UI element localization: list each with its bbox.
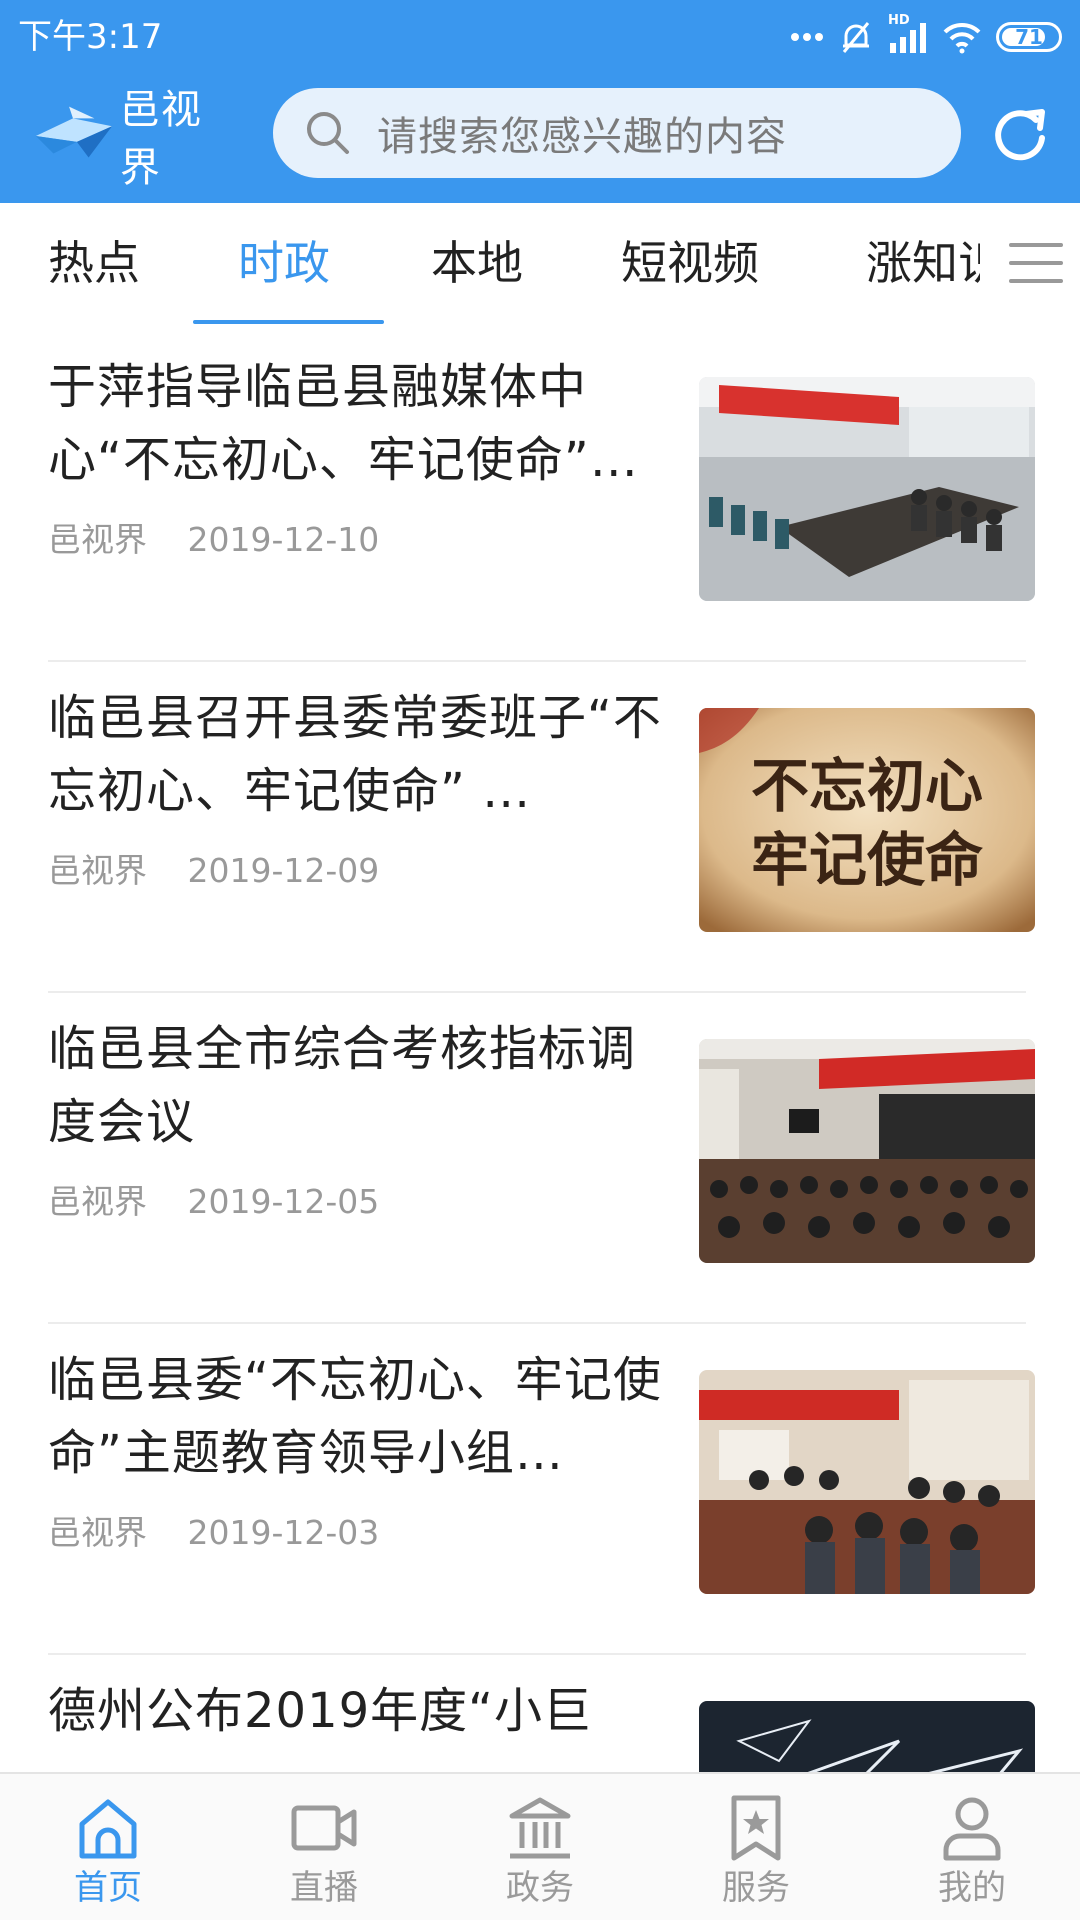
alarm-muted-icon [842,22,870,53]
app-name: 邑视界 [119,87,202,191]
news-source: 邑视界 [48,520,147,559]
home-icon [79,1799,137,1859]
calligraphy-image: 不忘初心 牢记使命 [699,708,1035,932]
tab-politics[interactable]: 时政 [238,233,330,293]
news-source: 邑视界 [48,1182,147,1221]
thumb-text-line1: 不忘初心 [751,752,983,820]
video-camera-icon [291,1805,357,1851]
tabs-menu-icon[interactable] [1005,239,1063,287]
tab-local[interactable]: 本地 [431,233,523,293]
status-bar: 下午3:17 HD 71 [0,0,1080,74]
category-tabs: 热点 时政 本地 短视频 涨知识 [0,203,1080,327]
search-icon [307,112,349,154]
news-source: 邑视界 [48,851,147,890]
news-item[interactable]: 临邑县召开县委常委班子“不忘初心、牢记使命” … 邑视界 2019-12-09 … [0,662,1080,993]
nav-label: 服务 [722,1868,790,1908]
news-item[interactable]: 于萍指导临邑县融媒体中心“不忘初心、牢记使命”… 邑视界 2019-12-10 [0,331,1080,662]
news-item[interactable]: 临邑县委“不忘初心、牢记使命”主题教育领导小组… 邑视界 2019-12-03 [0,1324,1080,1655]
nav-government[interactable]: 政务 [432,1784,648,1914]
app-bar: 邑视界 请搜索您感兴趣的内容 [0,74,1080,203]
refresh-icon[interactable] [990,102,1050,166]
nav-profile[interactable]: 我的 [864,1784,1080,1914]
news-meta: 邑视界 2019-12-09 [48,844,379,892]
more-dots-icon [791,33,823,41]
nav-label: 政务 [506,1868,574,1908]
nav-home[interactable]: 首页 [0,1784,216,1914]
news-meta: 邑视界 2019-12-10 [48,513,379,561]
battery-percent: 71 [1015,25,1043,49]
wifi-icon [943,22,981,54]
tab-short-video[interactable]: 短视频 [621,233,759,293]
nav-label: 直播 [290,1868,358,1908]
bottom-nav: 首页 直播 政务 服务 我的 [0,1772,1080,1920]
app-logo: 邑视界 [30,87,240,191]
news-meta: 邑视界 2019-12-03 [48,1506,379,1554]
nav-label: 首页 [74,1868,142,1908]
status-time: 下午3:17 [18,17,163,57]
battery-icon: 71 [996,22,1062,52]
news-thumbnail: 不忘初心 牢记使命 [699,708,1035,932]
meeting-room-image [699,377,1035,601]
news-thumbnail [699,377,1035,601]
news-date: 2019-12-10 [187,520,380,559]
cell-signal-icon: HD [888,13,928,55]
news-meta: 邑视界 2019-12-05 [48,1175,379,1223]
search-bar[interactable]: 请搜索您感兴趣的内容 [273,88,961,178]
news-thumbnail [699,1039,1035,1263]
news-title: 德州公布2019年度“小巨 [48,1683,593,1739]
bookmark-star-icon [731,1795,781,1861]
government-building-icon [509,1797,571,1859]
search-placeholder: 请搜索您感兴趣的内容 [377,114,787,160]
news-title: 临邑县召开县委常委班子“不忘初心、牢记使命” … [48,690,662,819]
status-icons: HD 71 [790,13,1062,58]
news-date: 2019-12-03 [187,1513,380,1552]
news-thumbnail [699,1370,1035,1594]
news-date: 2019-12-05 [187,1182,380,1221]
tab-hot[interactable]: 热点 [48,233,140,293]
officials-meeting-image [699,1370,1035,1594]
active-tab-indicator [193,320,384,324]
nav-live[interactable]: 直播 [216,1784,432,1914]
nav-services[interactable]: 服务 [648,1784,864,1914]
news-date: 2019-12-09 [187,851,380,890]
logo-mark-icon [35,106,113,158]
news-title: 于萍指导临邑县融媒体中心“不忘初心、牢记使命”… [48,359,639,488]
thumb-text-line2: 牢记使命 [751,826,983,894]
news-item[interactable]: 临邑县全市综合考核指标调度会议 邑视界 2019-12-05 [0,993,1080,1324]
news-source: 邑视界 [48,1513,147,1552]
conference-hall-image [699,1039,1035,1263]
news-title: 临邑县全市综合考核指标调度会议 [48,1021,637,1150]
app-header: 下午3:17 HD 71 邑视界 请搜索您感兴趣的内容 [0,0,1080,203]
nav-label: 我的 [938,1868,1006,1908]
news-title: 临邑县委“不忘初心、牢记使命”主题教育领导小组… [48,1352,662,1481]
user-icon [943,1797,1001,1861]
